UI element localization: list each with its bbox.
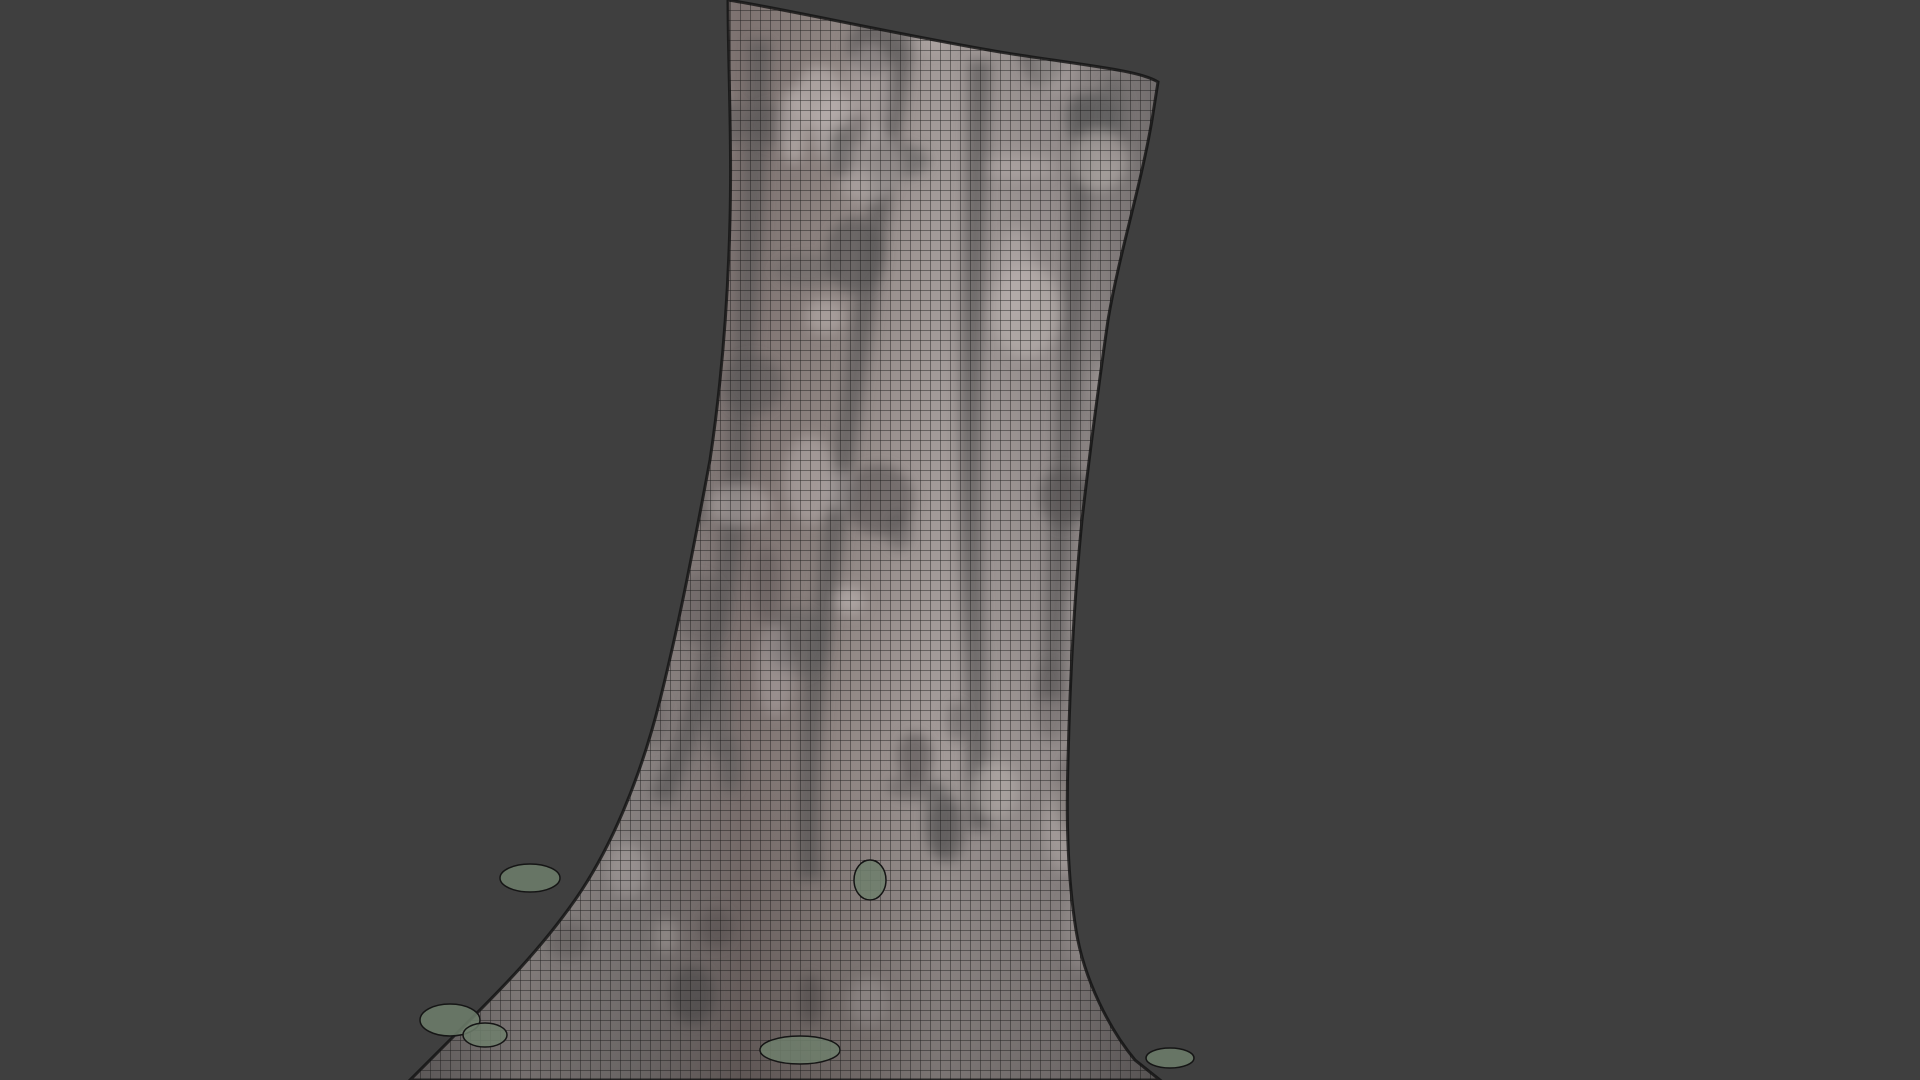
3d-viewport[interactable] [0, 0, 1920, 1080]
moss-debris [759, 1035, 841, 1065]
moss-debris [462, 1022, 508, 1048]
bark-blotch [611, 504, 647, 564]
bark-blotch [1079, 471, 1150, 526]
bark-blotch [685, 79, 735, 164]
bark-blotch [647, 159, 716, 255]
moss-debris [1145, 1047, 1195, 1069]
bark-blotch [581, 676, 630, 718]
bark-blotch [647, 463, 671, 518]
moss-debris [853, 859, 887, 901]
moss-debris [499, 863, 561, 893]
tree-trunk-mesh[interactable] [0, 0, 1920, 1080]
bark-blotch [596, 648, 640, 680]
bark-blotch [555, 774, 599, 820]
bark-blotch [616, 448, 691, 513]
bark-blotch [642, 331, 667, 410]
